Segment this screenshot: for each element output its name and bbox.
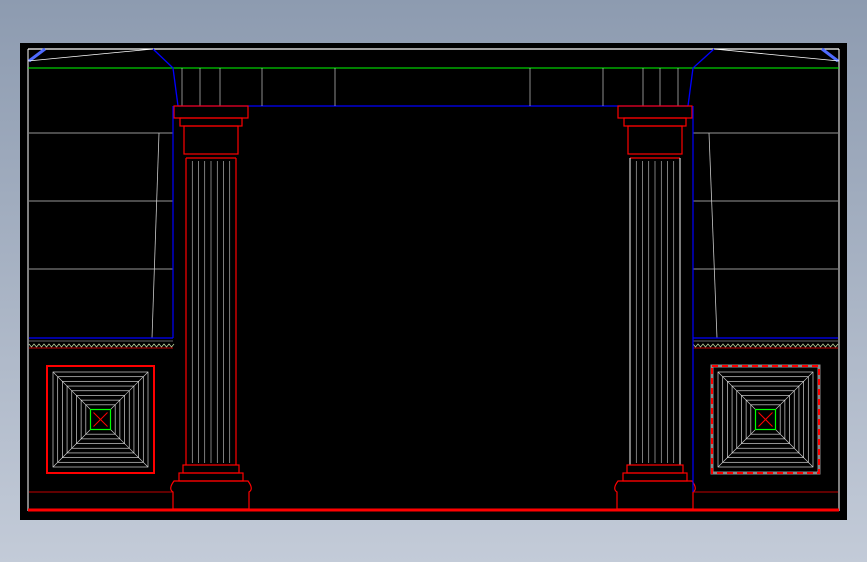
- column-plinth: [614, 480, 696, 510]
- base-torus-upper: [182, 464, 240, 474]
- capital-abacus: [617, 105, 693, 119]
- dentil-ornament: [28, 343, 175, 348]
- base-torus-lower: [622, 472, 688, 482]
- left-side-bay: [28, 132, 175, 493]
- frieze-blue-right: [687, 67, 694, 107]
- frieze-blue-left: [172, 67, 179, 107]
- entablature: [27, 48, 840, 107]
- left-column: [170, 105, 252, 510]
- cornice-blue-left: [152, 48, 174, 69]
- dentil-ornament: [692, 343, 839, 348]
- capital-necking: [183, 125, 239, 155]
- capital-necking: [627, 125, 683, 155]
- cad-viewport[interactable]: [20, 43, 847, 520]
- drawing-frame: [27, 47, 840, 511]
- right-column: [614, 105, 696, 510]
- capital-echinus: [623, 117, 687, 127]
- capital-echinus: [179, 117, 243, 127]
- right-recessed-panel: [710, 364, 821, 475]
- cornice-blue-right: [692, 48, 715, 69]
- shelf-slant-line: [708, 132, 718, 339]
- column-plinth: [170, 480, 252, 510]
- shelf-slant-line: [151, 132, 160, 339]
- left-recessed-panel: [46, 365, 155, 474]
- cornice-slant-right: [713, 48, 840, 62]
- cornice-slant-left: [27, 48, 154, 62]
- capital-abacus: [173, 105, 249, 119]
- architectural-elevation-drawing: [27, 47, 840, 512]
- base-torus-upper: [626, 464, 684, 474]
- base-torus-lower: [178, 472, 244, 482]
- right-side-bay: [692, 132, 839, 493]
